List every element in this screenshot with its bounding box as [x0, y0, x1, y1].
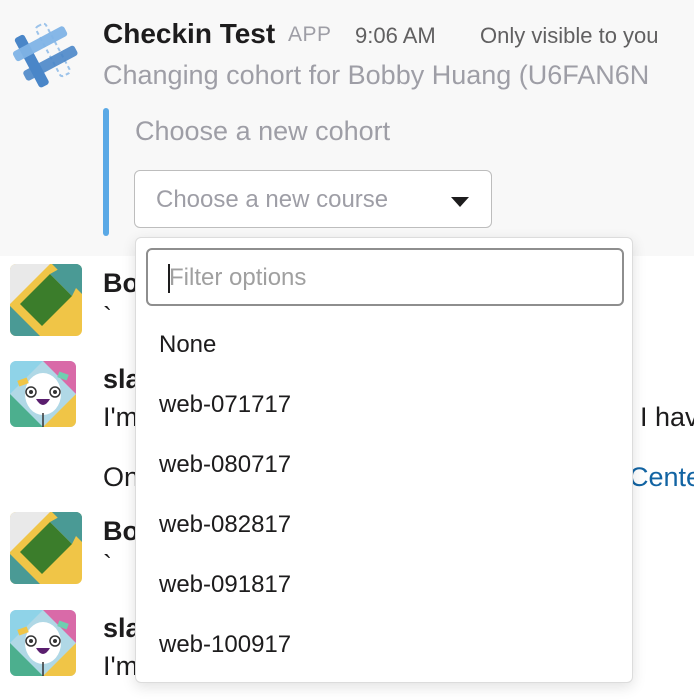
app-name[interactable]: Checkin Test: [103, 18, 275, 50]
app-badge: APP: [288, 23, 332, 46]
option-label: web-080717: [159, 451, 292, 478]
app-message: Checkin Test APP 9:06 AM Only visible to…: [0, 0, 694, 256]
attachment-title: Choose a new cohort: [135, 116, 391, 146]
filter-options-input[interactable]: [169, 263, 609, 293]
filter-options-field[interactable]: [146, 248, 624, 306]
avatar[interactable]: [10, 610, 76, 676]
course-select[interactable]: Choose a new course: [134, 170, 492, 228]
option-label: web-071717: [159, 391, 292, 418]
help-center-link[interactable]: Cente: [629, 462, 694, 493]
message-text: I'm: [103, 651, 139, 681]
user-avatar-image: [10, 264, 82, 336]
sender-name[interactable]: Bo: [103, 516, 139, 547]
text-cursor: [168, 264, 170, 293]
hashtag-app-icon[interactable]: [10, 18, 80, 88]
option-label: web-100917: [159, 631, 292, 658]
sender-name[interactable]: Bo: [103, 268, 139, 299]
slackbot-avatar-image: [10, 610, 76, 676]
option-web-082817[interactable]: web-082817: [136, 498, 632, 554]
course-options-menu: None web-071717 web-080717 web-082817 we…: [135, 237, 633, 683]
message-text: I'm: [103, 402, 139, 432]
attachment-accent-bar: [103, 108, 109, 236]
message-text: `: [103, 302, 112, 332]
option-web-100917[interactable]: web-100917: [136, 618, 632, 674]
option-web-091817[interactable]: web-091817: [136, 558, 632, 614]
course-select-placeholder: Choose a new course: [156, 186, 389, 213]
avatar[interactable]: [10, 361, 76, 427]
message-text: On: [103, 462, 140, 492]
user-avatar-image: [10, 512, 82, 584]
timestamp[interactable]: 9:06 AM: [355, 23, 436, 49]
option-web-071717[interactable]: web-071717: [136, 378, 632, 434]
option-web-080717[interactable]: web-080717: [136, 438, 632, 494]
message-text: `: [103, 550, 112, 580]
visibility-note: Only visible to you: [480, 23, 659, 48]
option-none[interactable]: None: [136, 318, 632, 374]
avatar[interactable]: [10, 264, 82, 336]
avatar[interactable]: [10, 512, 82, 584]
message-text-continued: I hav: [640, 402, 694, 432]
option-label: None: [159, 331, 217, 358]
slackbot-avatar-image: [10, 361, 76, 427]
option-label: web-082817: [159, 511, 292, 538]
caret-down-icon: [451, 197, 469, 207]
message-text: Changing cohort for Bobby Huang (U6FAN6N: [103, 60, 650, 90]
option-label: web-091817: [159, 571, 292, 598]
